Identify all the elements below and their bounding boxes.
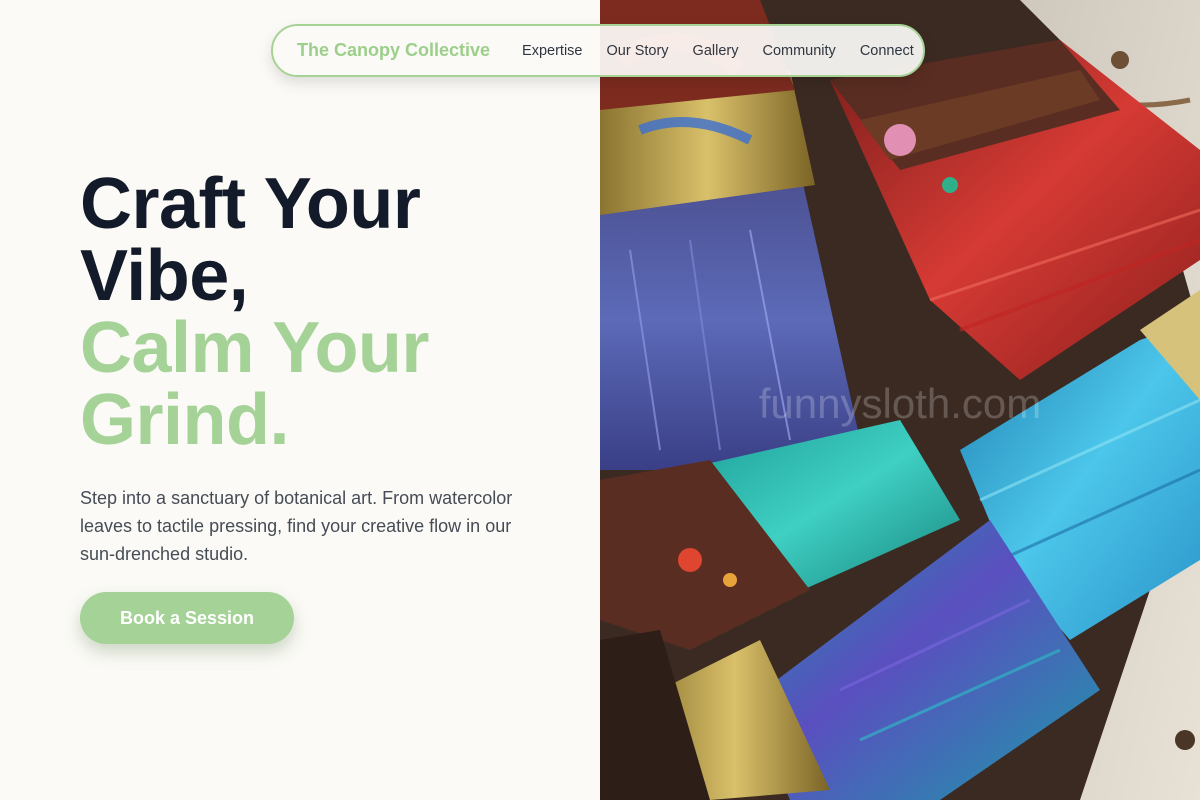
hero-image: funnysloth.com: [600, 0, 1200, 800]
headline-line-1: Craft Your: [80, 164, 421, 244]
nav-link-gallery[interactable]: Gallery: [693, 43, 739, 59]
book-session-button[interactable]: Book a Session: [80, 592, 294, 644]
nav-link-connect[interactable]: Connect: [860, 43, 914, 59]
page: Craft Your Vibe, Calm Your Grind. Step i…: [0, 0, 1200, 800]
nav-link-community[interactable]: Community: [762, 43, 835, 59]
top-nav: The Canopy Collective Expertise Our Stor…: [271, 24, 925, 77]
headline-line-4: Grind.: [80, 380, 290, 460]
nav-link-expertise[interactable]: Expertise: [522, 43, 582, 59]
watermark-text: funnysloth.com: [759, 380, 1041, 427]
hero-left-panel: Craft Your Vibe, Calm Your Grind. Step i…: [0, 0, 600, 800]
hero-description: Step into a sanctuary of botanical art. …: [80, 488, 513, 564]
brand-logo[interactable]: The Canopy Collective: [297, 40, 490, 61]
hero-headline: Craft Your Vibe, Calm Your Grind.: [80, 168, 560, 456]
headline-line-3: Calm Your: [80, 308, 429, 388]
paint-brushes-photo: funnysloth.com: [600, 0, 1200, 800]
hero-content: Craft Your Vibe, Calm Your Grind. Step i…: [80, 168, 560, 568]
headline-line-2: Vibe,: [80, 236, 249, 316]
nav-links: Expertise Our Story Gallery Community Co…: [522, 43, 914, 59]
nav-link-our-story[interactable]: Our Story: [607, 43, 669, 59]
